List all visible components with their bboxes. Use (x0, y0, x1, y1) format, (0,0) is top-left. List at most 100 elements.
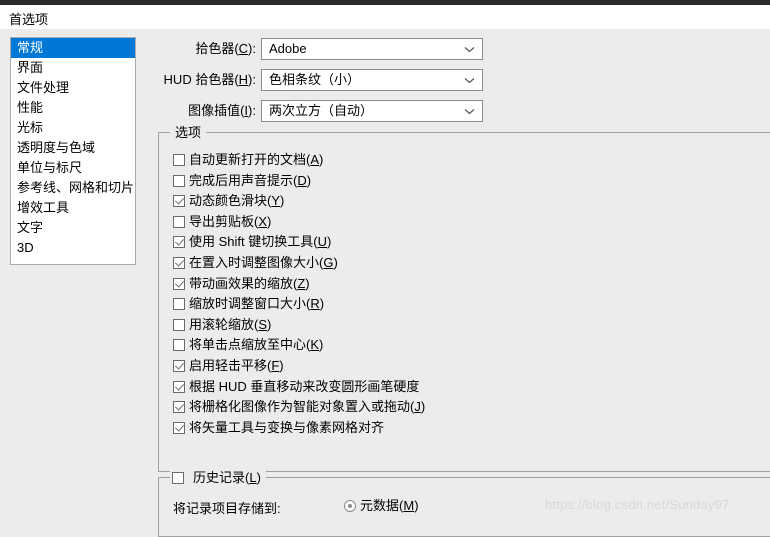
dropdown[interactable]: Adobe (261, 38, 483, 60)
sidebar-item[interactable]: 参考线、网格和切片 (11, 178, 135, 198)
form-row: HUD 拾色器(H): 色相条纹（小） (0, 69, 770, 91)
option-checkbox-row[interactable]: 自动更新打开的文档(A) (173, 151, 323, 169)
preferences-dialog: 首选项 常规 界面 文件处理 性能 光标 透明度与色域 单位与标尺 参考线、网格和切片 增效工具… (0, 0, 770, 537)
metadata-radio-text: 元数据( (360, 498, 404, 513)
option-checkbox-row[interactable]: 在置入时调整图像大小(G) (173, 254, 338, 272)
checkbox[interactable] (173, 277, 185, 290)
history-store-metadata-radio-row[interactable]: 元数据(M) (344, 498, 419, 514)
checkbox-label-accesskey: U (317, 234, 327, 250)
checkbox[interactable] (173, 401, 185, 414)
checkbox-label-text: 动态颜色滑块( (189, 193, 272, 209)
history-log-label-text: 历史记录( (193, 470, 250, 485)
chevron-down-icon[interactable] (462, 39, 476, 59)
option-checkbox-row[interactable]: 导出剪贴板(X) (173, 213, 271, 231)
checkbox[interactable] (173, 380, 185, 393)
dropdown-value: 色相条纹（小） (269, 72, 361, 87)
option-checkbox-row[interactable]: 启用轻击平移(F) (173, 357, 284, 375)
checkbox-label-suffix: ) (420, 399, 426, 415)
checkbox[interactable] (173, 236, 185, 249)
sidebar-item[interactable]: 单位与标尺 (11, 158, 135, 178)
checkbox-label-accesskey: A (310, 152, 320, 167)
checkbox[interactable] (173, 298, 185, 311)
checkbox-label: 将单击点缩放至中心(K) (189, 337, 323, 353)
option-checkbox-row[interactable]: 用滚轮缩放(S) (173, 316, 271, 334)
history-group-box: 历史记录(L) 将记录项目存储到: 元数据(M) (158, 469, 770, 537)
dropdown-value: Adobe (269, 41, 307, 56)
checkbox-label: 自动更新打开的文档(A) (189, 152, 323, 168)
checkbox[interactable] (173, 339, 185, 352)
checkbox[interactable] (173, 318, 185, 331)
option-checkbox-row[interactable]: 根据 HUD 垂直移动来改变圆形画笔硬度 (173, 378, 419, 396)
chevron-down-icon[interactable] (462, 101, 476, 121)
checkbox-label: 用滚轮缩放(S) (189, 317, 271, 333)
checkbox-label-text: 将矢量工具与变换与像素网格对齐 (189, 419, 385, 435)
checkbox[interactable] (173, 174, 185, 187)
option-checkbox-row[interactable]: 将单击点缩放至中心(K) (173, 336, 323, 354)
history-group-legend[interactable]: 历史记录(L) (170, 469, 266, 487)
chevron-down-icon[interactable] (462, 70, 476, 90)
checkbox-label-text: 用滚轮缩放( (189, 316, 259, 332)
checkbox-label-accesskey: D (297, 172, 307, 188)
dropdown[interactable]: 色相条纹（小） (261, 69, 483, 91)
metadata-radio-accesskey: M (403, 498, 415, 513)
checkbox[interactable] (173, 154, 185, 166)
checkbox-label-suffix: ) (306, 172, 312, 188)
checkbox-label-text: 使用 Shift 键切换工具( (189, 234, 318, 250)
dropdown-value: 两次立方（自动） (269, 103, 374, 118)
form-row: 拾色器(C): Adobe (0, 38, 770, 60)
checkbox[interactable] (173, 257, 185, 269)
history-log-accesskey: L (249, 470, 257, 485)
form-row-label-suffix: ): (248, 72, 256, 87)
checkbox-label-text: 将栅格化图像作为智能对象置入或拖动( (189, 399, 415, 415)
checkbox[interactable] (173, 215, 185, 228)
option-checkbox-row[interactable]: 缩放时调整窗口大小(R) (173, 295, 324, 313)
checkbox[interactable] (173, 195, 185, 208)
option-checkbox-row[interactable]: 将栅格化图像作为智能对象置入或拖动(J) (173, 398, 425, 416)
metadata-radio-label: 元数据(M) (360, 498, 419, 514)
checkbox-label: 启用轻击平移(F) (189, 358, 284, 374)
title-bar: 首选项 (0, 5, 770, 29)
checkbox-label-suffix: ) (319, 337, 324, 353)
form-row: 图像插值(I): 两次立方（自动） (0, 100, 770, 122)
checkbox-label-suffix: ) (333, 255, 338, 270)
form-row-label: 拾色器(C): (195, 38, 256, 60)
checkbox-label: 完成后用声音提示(D) (189, 173, 311, 189)
checkbox-label-text: 自动更新打开的文档( (189, 152, 311, 167)
checkbox-label-suffix: ) (326, 234, 332, 250)
checkbox-label-accesskey: K (310, 337, 320, 353)
checkbox-label-text: 将单击点缩放至中心( (189, 337, 311, 353)
checkbox-label-suffix: ) (280, 193, 285, 209)
form-row-label-suffix: ): (248, 41, 256, 56)
checkbox-label-text: 完成后用声音提示( (189, 172, 298, 188)
checkbox-label-text: 在置入时调整图像大小( (189, 255, 324, 270)
checkbox[interactable] (173, 421, 185, 434)
option-checkbox-row[interactable]: 使用 Shift 键切换工具(U) (173, 233, 331, 251)
option-checkbox-row[interactable]: 完成后用声音提示(D) (173, 172, 311, 190)
form-row-label-text: HUD 拾色器( (163, 72, 239, 87)
sidebar-item[interactable]: 透明度与色域 (11, 138, 135, 158)
checkbox-label-text: 带动画效果的缩放( (189, 275, 298, 291)
dropdown[interactable]: 两次立方（自动） (261, 100, 483, 122)
option-checkbox-row[interactable]: 动态颜色滑块(Y) (173, 192, 284, 210)
form-row-label: 图像插值(I): (188, 100, 256, 122)
option-checkbox-row[interactable]: 带动画效果的缩放(Z) (173, 275, 310, 293)
option-checkbox-row[interactable]: 将矢量工具与变换与像素网格对齐 (173, 419, 384, 437)
checkbox[interactable] (173, 360, 185, 372)
metadata-radio-suffix: ) (414, 498, 419, 513)
checkbox-label-suffix: ) (267, 213, 272, 229)
checkbox-label-suffix: ) (319, 152, 324, 167)
sidebar-item[interactable]: 文字 (11, 218, 135, 238)
checkbox-label: 动态颜色滑块(Y) (189, 193, 284, 209)
checkbox-label-suffix: ) (319, 296, 325, 312)
sidebar-item[interactable]: 3D (11, 238, 135, 258)
checkbox-label-accesskey: S (258, 316, 268, 332)
checkbox-label: 带动画效果的缩放(Z) (189, 276, 310, 292)
sidebar-item[interactable]: 增效工具 (11, 198, 135, 218)
checkbox-label: 在置入时调整图像大小(G) (189, 255, 338, 271)
options-group-box: 选项 自动更新打开的文档(A) 完成后用声音提示(D) 动态颜色滑块(Y) 导出剪贴板… (158, 125, 770, 472)
history-log-checkbox[interactable] (172, 472, 184, 484)
checkbox-label: 缩放时调整窗口大小(R) (189, 296, 324, 312)
window-title: 首选项 (9, 12, 49, 27)
checkbox-label: 将矢量工具与变换与像素网格对齐 (189, 420, 384, 436)
form-row-label-text: 图像插值( (188, 103, 245, 118)
